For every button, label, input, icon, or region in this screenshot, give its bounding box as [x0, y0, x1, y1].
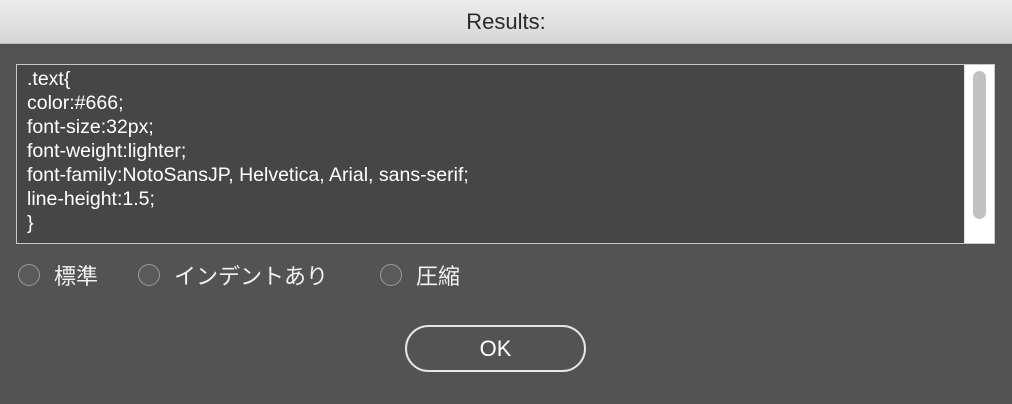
radio-label-compressed: 圧縮: [416, 265, 461, 290]
results-line: line-height:1.5;: [27, 188, 155, 210]
radio-indented[interactable]: インデントあり: [138, 261, 329, 290]
radio-compressed[interactable]: 圧縮: [380, 261, 461, 290]
radio-circle[interactable]: [138, 264, 160, 286]
results-line: font-weight:lighter;: [27, 140, 187, 162]
dialog-title: Results:: [466, 8, 546, 34]
ok-button-label: OK: [479, 335, 512, 361]
title-bar[interactable]: Results:: [0, 0, 1012, 44]
results-textarea[interactable]: .text{color:#666; font-size:32px; font-wei…: [16, 64, 995, 244]
results-line: font-family:NotoSansJP, Helvetica, Arial…: [27, 164, 469, 186]
scrollbar-thumb[interactable]: [973, 71, 986, 219]
format-options: 標準 インデントあり 圧縮: [18, 261, 618, 290]
radio-label-standard: 標準: [54, 265, 99, 290]
vertical-scrollbar[interactable]: [964, 65, 994, 243]
results-dialog: Results: .text{color:#666; font-size:32px…: [0, 0, 1012, 404]
results-line: color:#666;: [27, 92, 124, 114]
results-text[interactable]: .text{color:#666; font-size:32px; font-wei…: [27, 67, 957, 235]
radio-standard[interactable]: 標準: [18, 261, 99, 290]
results-line: font-size:32px;: [27, 116, 154, 138]
radio-label-indented: インデントあり: [174, 265, 329, 290]
radio-circle[interactable]: [380, 264, 402, 286]
results-line: }: [27, 212, 34, 234]
results-line: .text{: [27, 68, 71, 90]
ok-button[interactable]: OK: [405, 325, 586, 372]
radio-circle[interactable]: [18, 264, 40, 286]
